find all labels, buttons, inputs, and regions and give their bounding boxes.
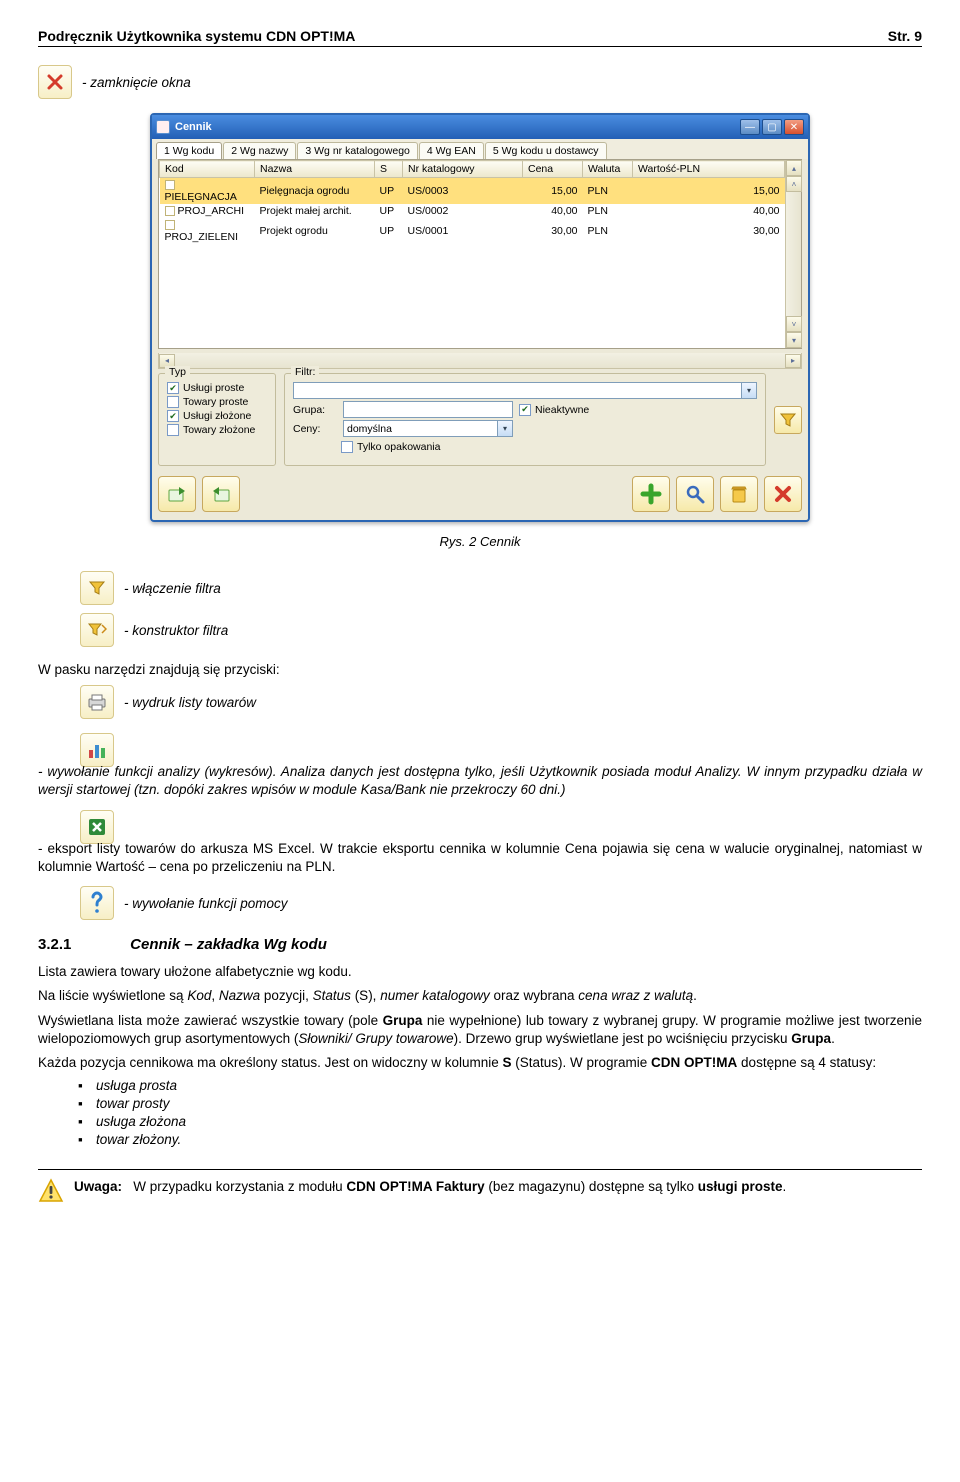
h-scrollbar[interactable]: ◂ ▸ [158, 353, 802, 369]
tabs: 1 Wg kodu 2 Wg nazwy 3 Wg nr katalogoweg… [152, 139, 808, 159]
v-scrollbar[interactable]: ▴ ˄ ˅ ▾ [785, 160, 801, 348]
minimize-button[interactable]: — [740, 119, 760, 135]
list-item: usługa złożona [96, 1114, 922, 1129]
typ-option[interactable]: Towary proste [167, 396, 267, 408]
ceny-combo[interactable]: ▾ [343, 420, 513, 437]
grupa-label: Grupa: [293, 404, 337, 416]
maximize-button[interactable]: ▢ [762, 119, 782, 135]
tab-wg-nazwy[interactable]: 2 Wg nazwy [223, 142, 296, 159]
ceny-input[interactable] [343, 420, 497, 437]
add-button[interactable] [632, 476, 670, 512]
scroll-down-icon[interactable]: ˅ [786, 316, 802, 332]
import-button[interactable] [202, 476, 240, 512]
list-item: usługa prosta [96, 1078, 922, 1093]
cennik-window: Cennik — ▢ ✕ 1 Wg kodu 2 Wg nazwy 3 Wg n… [150, 113, 810, 522]
col-kod[interactable]: Kod [160, 161, 255, 178]
typ-group: Typ Usługi prosteTowary prosteUsługi zło… [158, 373, 276, 466]
tylko-opak-check[interactable]: Tylko opakowania [341, 441, 440, 453]
funnel-button[interactable] [774, 406, 802, 434]
p3: Wyświetlana lista może zawierać wszystki… [38, 1012, 922, 1048]
ceny-label: Ceny: [293, 423, 337, 435]
chevron-down-icon[interactable]: ▾ [497, 420, 513, 437]
printer-icon [80, 685, 114, 719]
tab-wg-ean[interactable]: 4 Wg EAN [419, 142, 484, 159]
typ-option[interactable]: Usługi złożone [167, 410, 267, 422]
typ-option[interactable]: Towary złożone [167, 424, 267, 436]
col-cena[interactable]: Cena [523, 161, 583, 178]
close-list-button[interactable] [764, 476, 802, 512]
tab-wg-kodu[interactable]: 1 Wg kodu [156, 142, 222, 159]
header-right: Str. 9 [888, 28, 922, 44]
close-button[interactable]: ✕ [784, 119, 804, 135]
p1: Lista zawiera towary ułożone alfabetyczn… [38, 963, 922, 981]
header-left: Podręcznik Użytkownika systemu CDN OPT!M… [38, 28, 355, 44]
funnel-ctor-icon [80, 613, 114, 647]
table-row[interactable]: PIELĘGNACJAPielęgnacja ogroduUPUS/000315… [160, 178, 785, 205]
table-row[interactable]: PROJ_ARCHIProjekt małej archit.UPUS/0002… [160, 204, 785, 218]
help-icon [80, 886, 114, 920]
close-label: - zamknięcie okna [82, 75, 191, 90]
bottom-toolbar [152, 472, 808, 520]
filter-ctor-label: - konstruktor filtra [124, 623, 228, 638]
col-nr[interactable]: Nr katalogowy [403, 161, 523, 178]
toolbar-intro: W pasku narzędzi znajdują się przyciski: [38, 661, 922, 679]
grid-pane: Kod Nazwa S Nr katalogowy Cena Waluta Wa… [158, 159, 802, 349]
tab-wg-dostawcy[interactable]: 5 Wg kodu u dostawcy [485, 142, 607, 159]
col-waluta[interactable]: Waluta [583, 161, 633, 178]
table-row[interactable]: PROJ_ZIELENIProjekt ogroduUPUS/000130,00… [160, 218, 785, 244]
cennik-table: Kod Nazwa S Nr katalogowy Cena Waluta Wa… [159, 160, 785, 244]
p2: Na liście wyświetlone są Kod, Nazwa pozy… [38, 987, 922, 1005]
edit-button[interactable] [676, 476, 714, 512]
page-header: Podręcznik Użytkownika systemu CDN OPT!M… [38, 28, 922, 47]
filter-on-label: - włączenie filtra [124, 581, 221, 596]
section-heading: 3.2.1 Cennik – zakładka Wg kodu [38, 936, 922, 953]
scroll-bottom-icon[interactable]: ▾ [786, 332, 802, 348]
close-icon [38, 65, 72, 99]
funnel-icon [80, 571, 114, 605]
footer-note: Uwaga: W przypadku korzystania z modułu … [38, 1169, 922, 1204]
grupa-input[interactable] [343, 401, 513, 418]
excel-icon [80, 810, 114, 844]
titlebar: Cennik — ▢ ✕ [152, 115, 808, 139]
warning-icon [38, 1178, 64, 1204]
typ-legend: Typ [165, 366, 190, 378]
p4: Każda pozycja cennikowa ma określony sta… [38, 1054, 922, 1072]
analysis-text: - wywołanie funkcji analizy (wykresów). … [38, 763, 922, 799]
col-s[interactable]: S [375, 161, 403, 178]
status-list: usługa prosta towar prosty usługa złożon… [38, 1078, 922, 1147]
list-item: towar złożony. [96, 1132, 922, 1147]
help-label: - wywołanie funkcji pomocy [124, 896, 288, 911]
chart-icon [80, 733, 114, 767]
print-label: - wydruk listy towarów [124, 695, 256, 710]
col-nazwa[interactable]: Nazwa [255, 161, 375, 178]
filtr-input[interactable] [293, 382, 741, 399]
filtr-legend: Filtr: [291, 366, 319, 378]
tab-wg-nr[interactable]: 3 Wg nr katalogowego [297, 142, 417, 159]
filtr-combo[interactable]: ▾ [293, 382, 757, 399]
typ-option[interactable]: Usługi proste [167, 382, 267, 394]
delete-button[interactable] [720, 476, 758, 512]
col-wart[interactable]: Wartość-PLN [633, 161, 785, 178]
nieaktywne-check[interactable]: Nieaktywne [519, 404, 589, 416]
scroll-up-icon[interactable]: ˄ [786, 176, 802, 192]
excel-text: - eksport listy towarów do arkusza MS Ex… [38, 840, 922, 876]
export-button[interactable] [158, 476, 196, 512]
figure-caption: Rys. 2 Cennik [38, 534, 922, 549]
window-icon [156, 120, 170, 134]
window-title: Cennik [175, 121, 738, 133]
scroll-right-icon[interactable]: ▸ [785, 354, 801, 368]
list-item: towar prosty [96, 1096, 922, 1111]
chevron-down-icon[interactable]: ▾ [741, 382, 757, 399]
scroll-top-icon[interactable]: ▴ [786, 160, 802, 176]
filtr-group: Filtr: ▾ Grupa: Nieaktywne Ceny: [284, 373, 766, 466]
